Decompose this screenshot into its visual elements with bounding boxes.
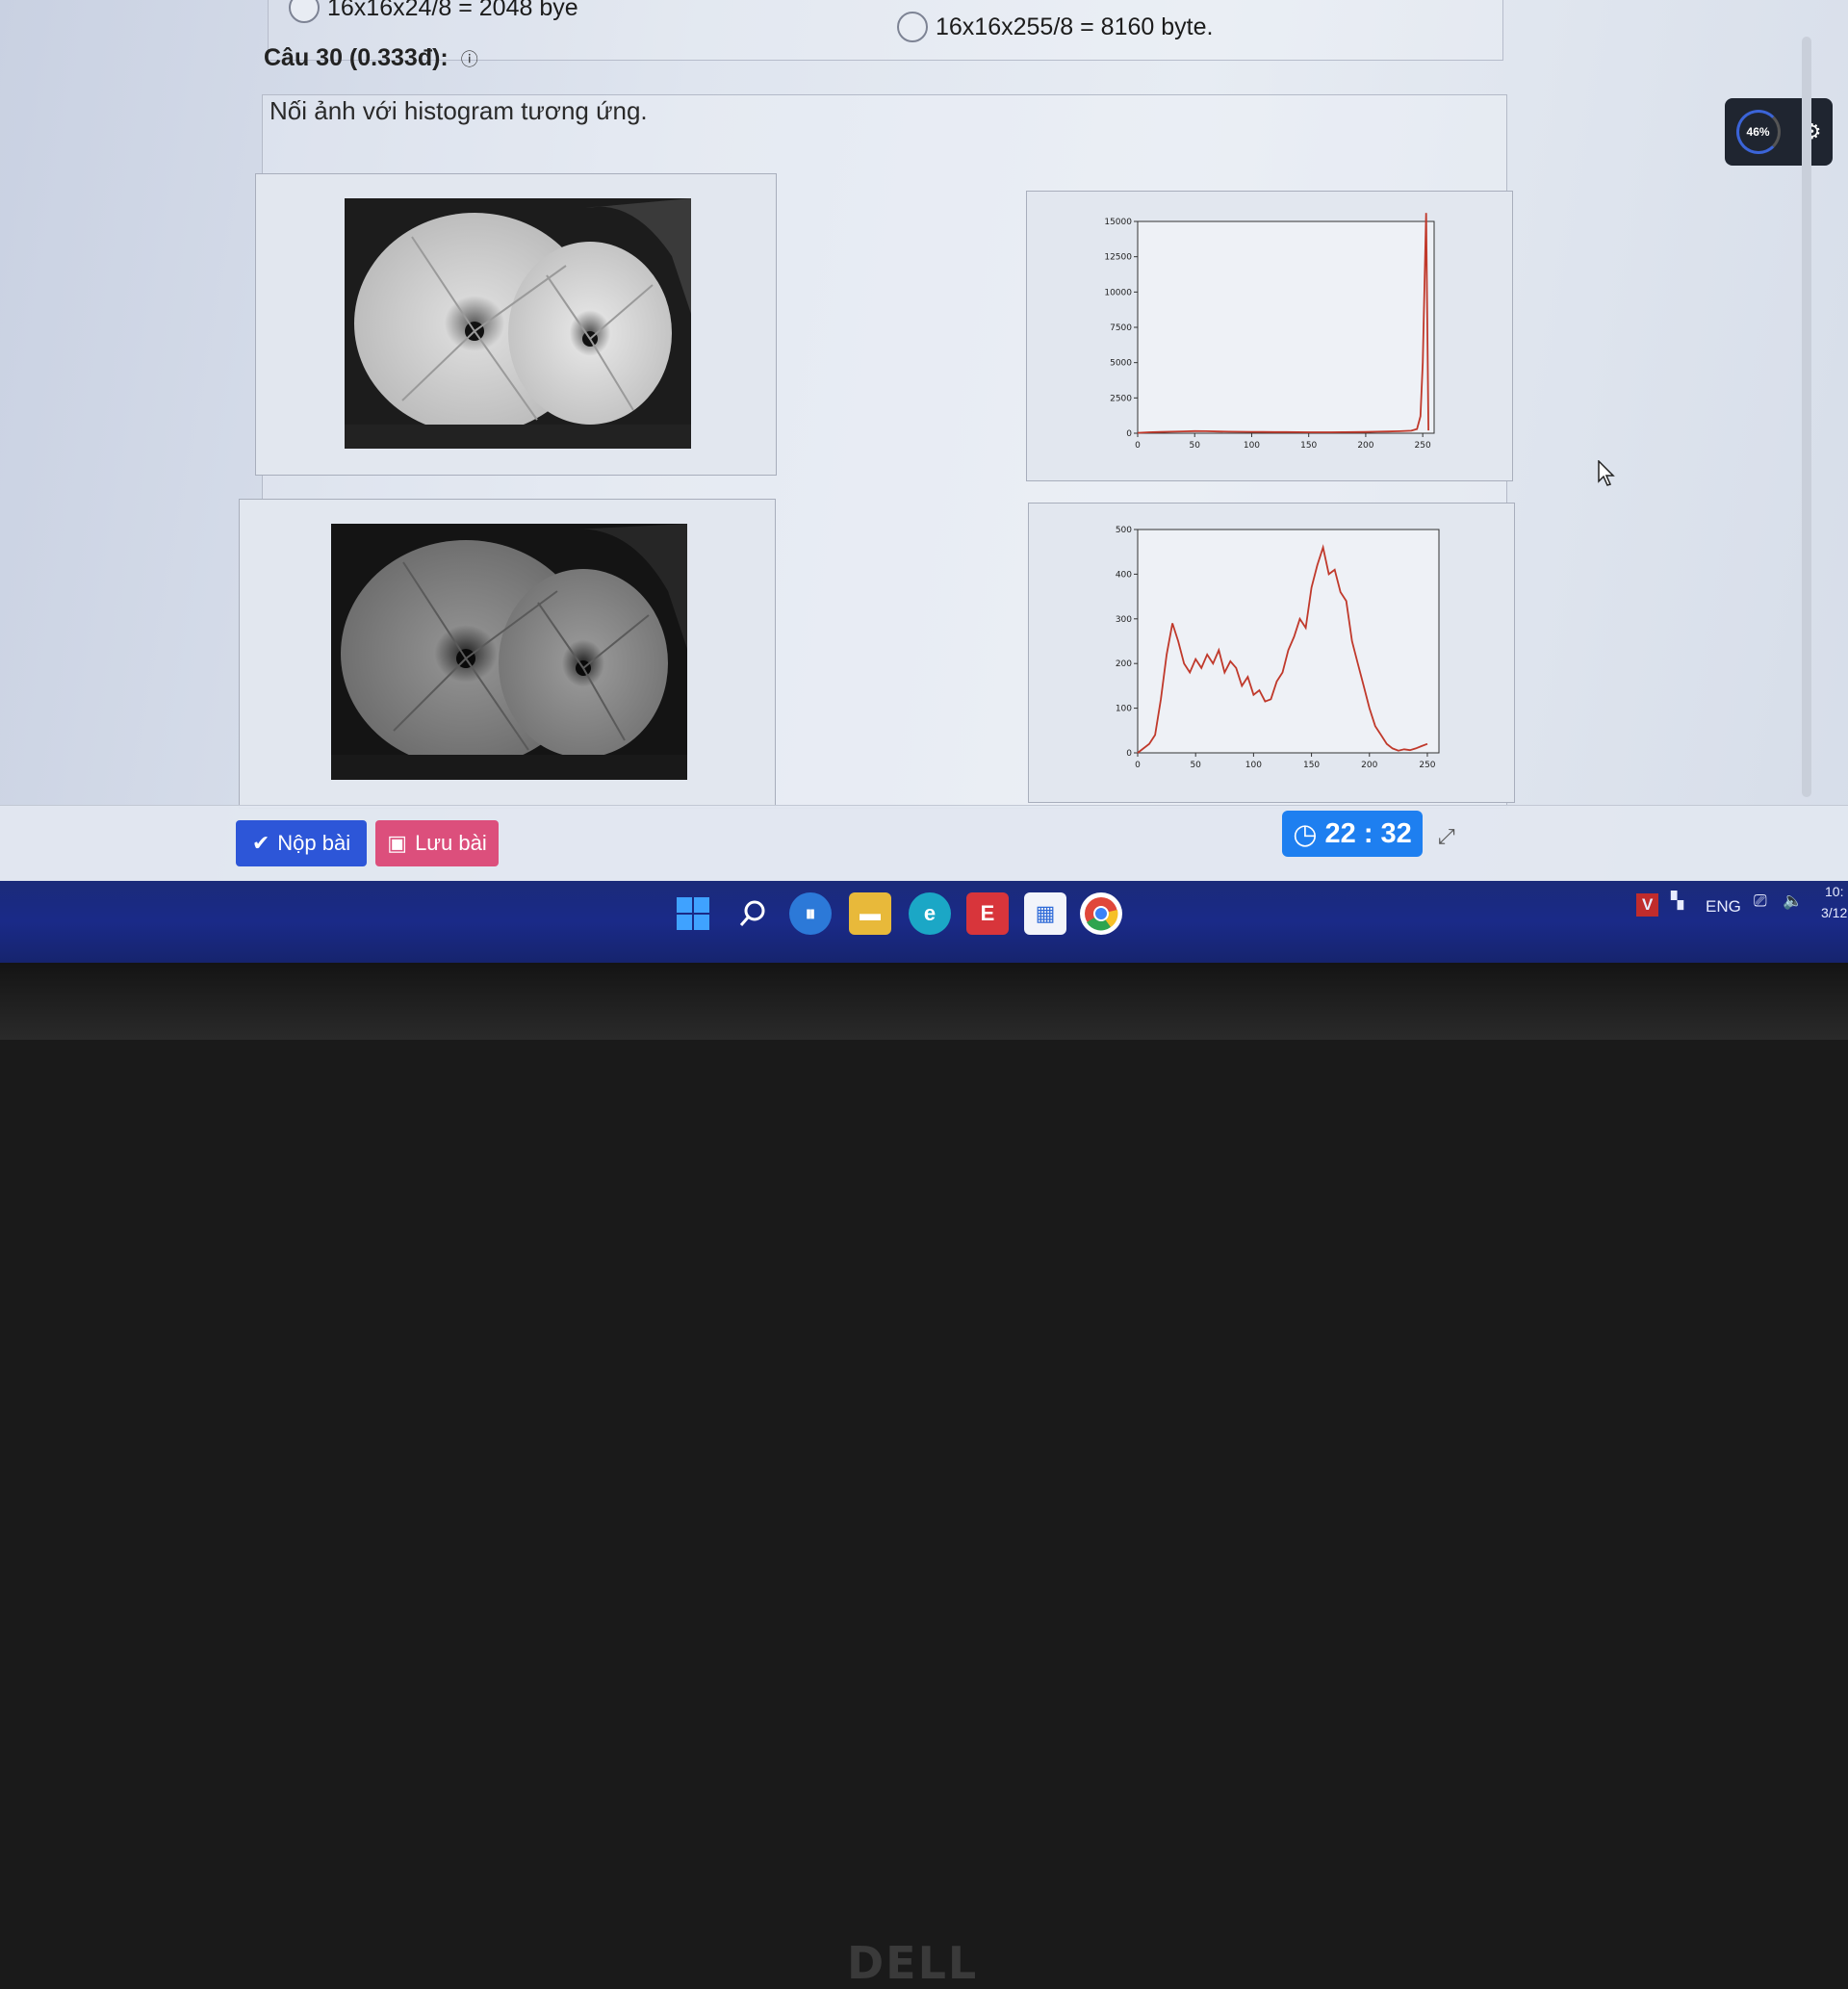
save-icon: ▣ [387,831,408,855]
scrollbar[interactable] [1802,37,1811,797]
screen: 16x16x24/8 = 2048 bye 16x16x255/8 = 8160… [0,0,1848,963]
y-tick-label: 12500 [1104,253,1132,263]
flower-image-bright [345,198,691,449]
search-icon[interactable] [732,892,774,935]
x-tick-label: 0 [1135,761,1141,770]
question-prompt: Nối ảnh với histogram tương ứng. [270,96,648,125]
question-title-text: Câu 30 (0.333đ): [264,44,449,71]
y-tick-label: 300 [1116,615,1132,625]
x-tick-label: 250 [1415,441,1431,451]
monitor-bezel: DELL [0,963,1848,1989]
x-tick-label: 50 [1190,441,1201,451]
recorder-widget[interactable]: 46% ⚙ [1725,98,1833,166]
y-tick-label: 500 [1116,526,1132,535]
file-explorer-icon[interactable]: ▬ [849,892,891,935]
prev-option-right-label: 16x16x255/8 = 8160 byte. [936,13,1214,40]
check-circle-icon: ✔ [251,831,270,855]
app-v-tray-icon[interactable]: V [1636,893,1659,917]
brand-logo: DELL [847,1937,979,1989]
question-title: Câu 30 (0.333đ): ⓘ [264,44,478,72]
volume-icon[interactable]: 🔈 [1783,891,1803,911]
prev-option-left-label: 16x16x24/8 = 2048 bye [327,0,578,21]
y-tick-label: 7500 [1110,323,1132,333]
plot-frame [1137,529,1440,754]
x-tick-label: 100 [1244,441,1260,451]
network-tray-icon[interactable]: ▚ [1671,891,1683,911]
x-tick-label: 150 [1303,761,1320,770]
prev-option-left[interactable]: 16x16x24/8 = 2048 bye [289,0,578,23]
plot-frame [1137,220,1435,434]
submit-button[interactable]: ✔ Nộp bài [236,820,367,866]
chrome-icon[interactable] [1080,892,1122,935]
y-tick-label: 0 [1126,429,1132,439]
y-tick-label: 100 [1116,705,1132,714]
histogram-2-svg: 0 50 100 150 200 250 0 100 200 300 400 500 [1116,526,1440,770]
edge-browser-icon[interactable]: e [909,892,951,935]
radio-icon[interactable] [897,12,928,42]
flower-image-dark [331,524,687,780]
y-tick-label: 15000 [1104,218,1132,227]
progress-ring: 46% [1735,110,1781,154]
mouse-cursor-icon [1598,460,1615,486]
submit-label: Nộp bài [277,831,351,855]
save-label: Lưu bài [415,831,487,855]
countdown-timer: ◷ 22 : 32 [1282,811,1423,857]
x-tick-label: 0 [1135,441,1141,451]
prev-option-right[interactable]: 16x16x255/8 = 8160 byte. [897,12,1213,42]
y-tick-label: 0 [1126,749,1132,759]
clock-time[interactable]: 10: [1825,884,1843,899]
x-tick-label: 50 [1190,761,1201,770]
histogram-1-svg: 0 50 100 150 200 2500250050007500100001250015… [1104,213,1435,451]
clock-date[interactable]: 3/12 [1821,905,1847,920]
clock-icon: ◷ [1293,818,1318,850]
app-e-icon[interactable]: E [966,892,1009,935]
save-button[interactable]: ▣ Lưu bài [375,820,499,866]
windows-start-icon[interactable] [672,892,714,935]
histogram-2: 0 50 100 150 200 250 0 100 200 300 400 500 [1088,520,1449,782]
x-tick-label: 100 [1245,761,1262,770]
info-icon[interactable]: ⓘ [461,50,478,69]
x-tick-label: 250 [1419,761,1435,770]
x-tick-label: 200 [1361,761,1377,770]
language-indicator[interactable]: ENG [1706,897,1741,917]
histogram-1: 0 50 100 150 200 250 0 2500 5000 7500 10000 12500 15… [1088,212,1444,462]
x-tick-label: 200 [1357,441,1373,451]
task-view-icon[interactable]: ⏸ [789,892,832,935]
expand-icon[interactable]: ⤢ [1438,824,1455,849]
y-tick-label: 400 [1116,570,1132,580]
y-tick-label: 5000 [1110,359,1132,369]
display-tray-icon[interactable]: ⎚ [1754,891,1767,911]
y-tick-label: 200 [1116,659,1132,669]
y-tick-label: 2500 [1110,394,1132,403]
radio-icon[interactable] [289,0,320,23]
x-tick-label: 150 [1300,441,1317,451]
progress-percent: 46% [1746,125,1770,139]
y-tick-label: 10000 [1104,288,1132,297]
store-icon[interactable]: ▦ [1024,892,1066,935]
timer-value: 22 : 32 [1324,817,1412,849]
